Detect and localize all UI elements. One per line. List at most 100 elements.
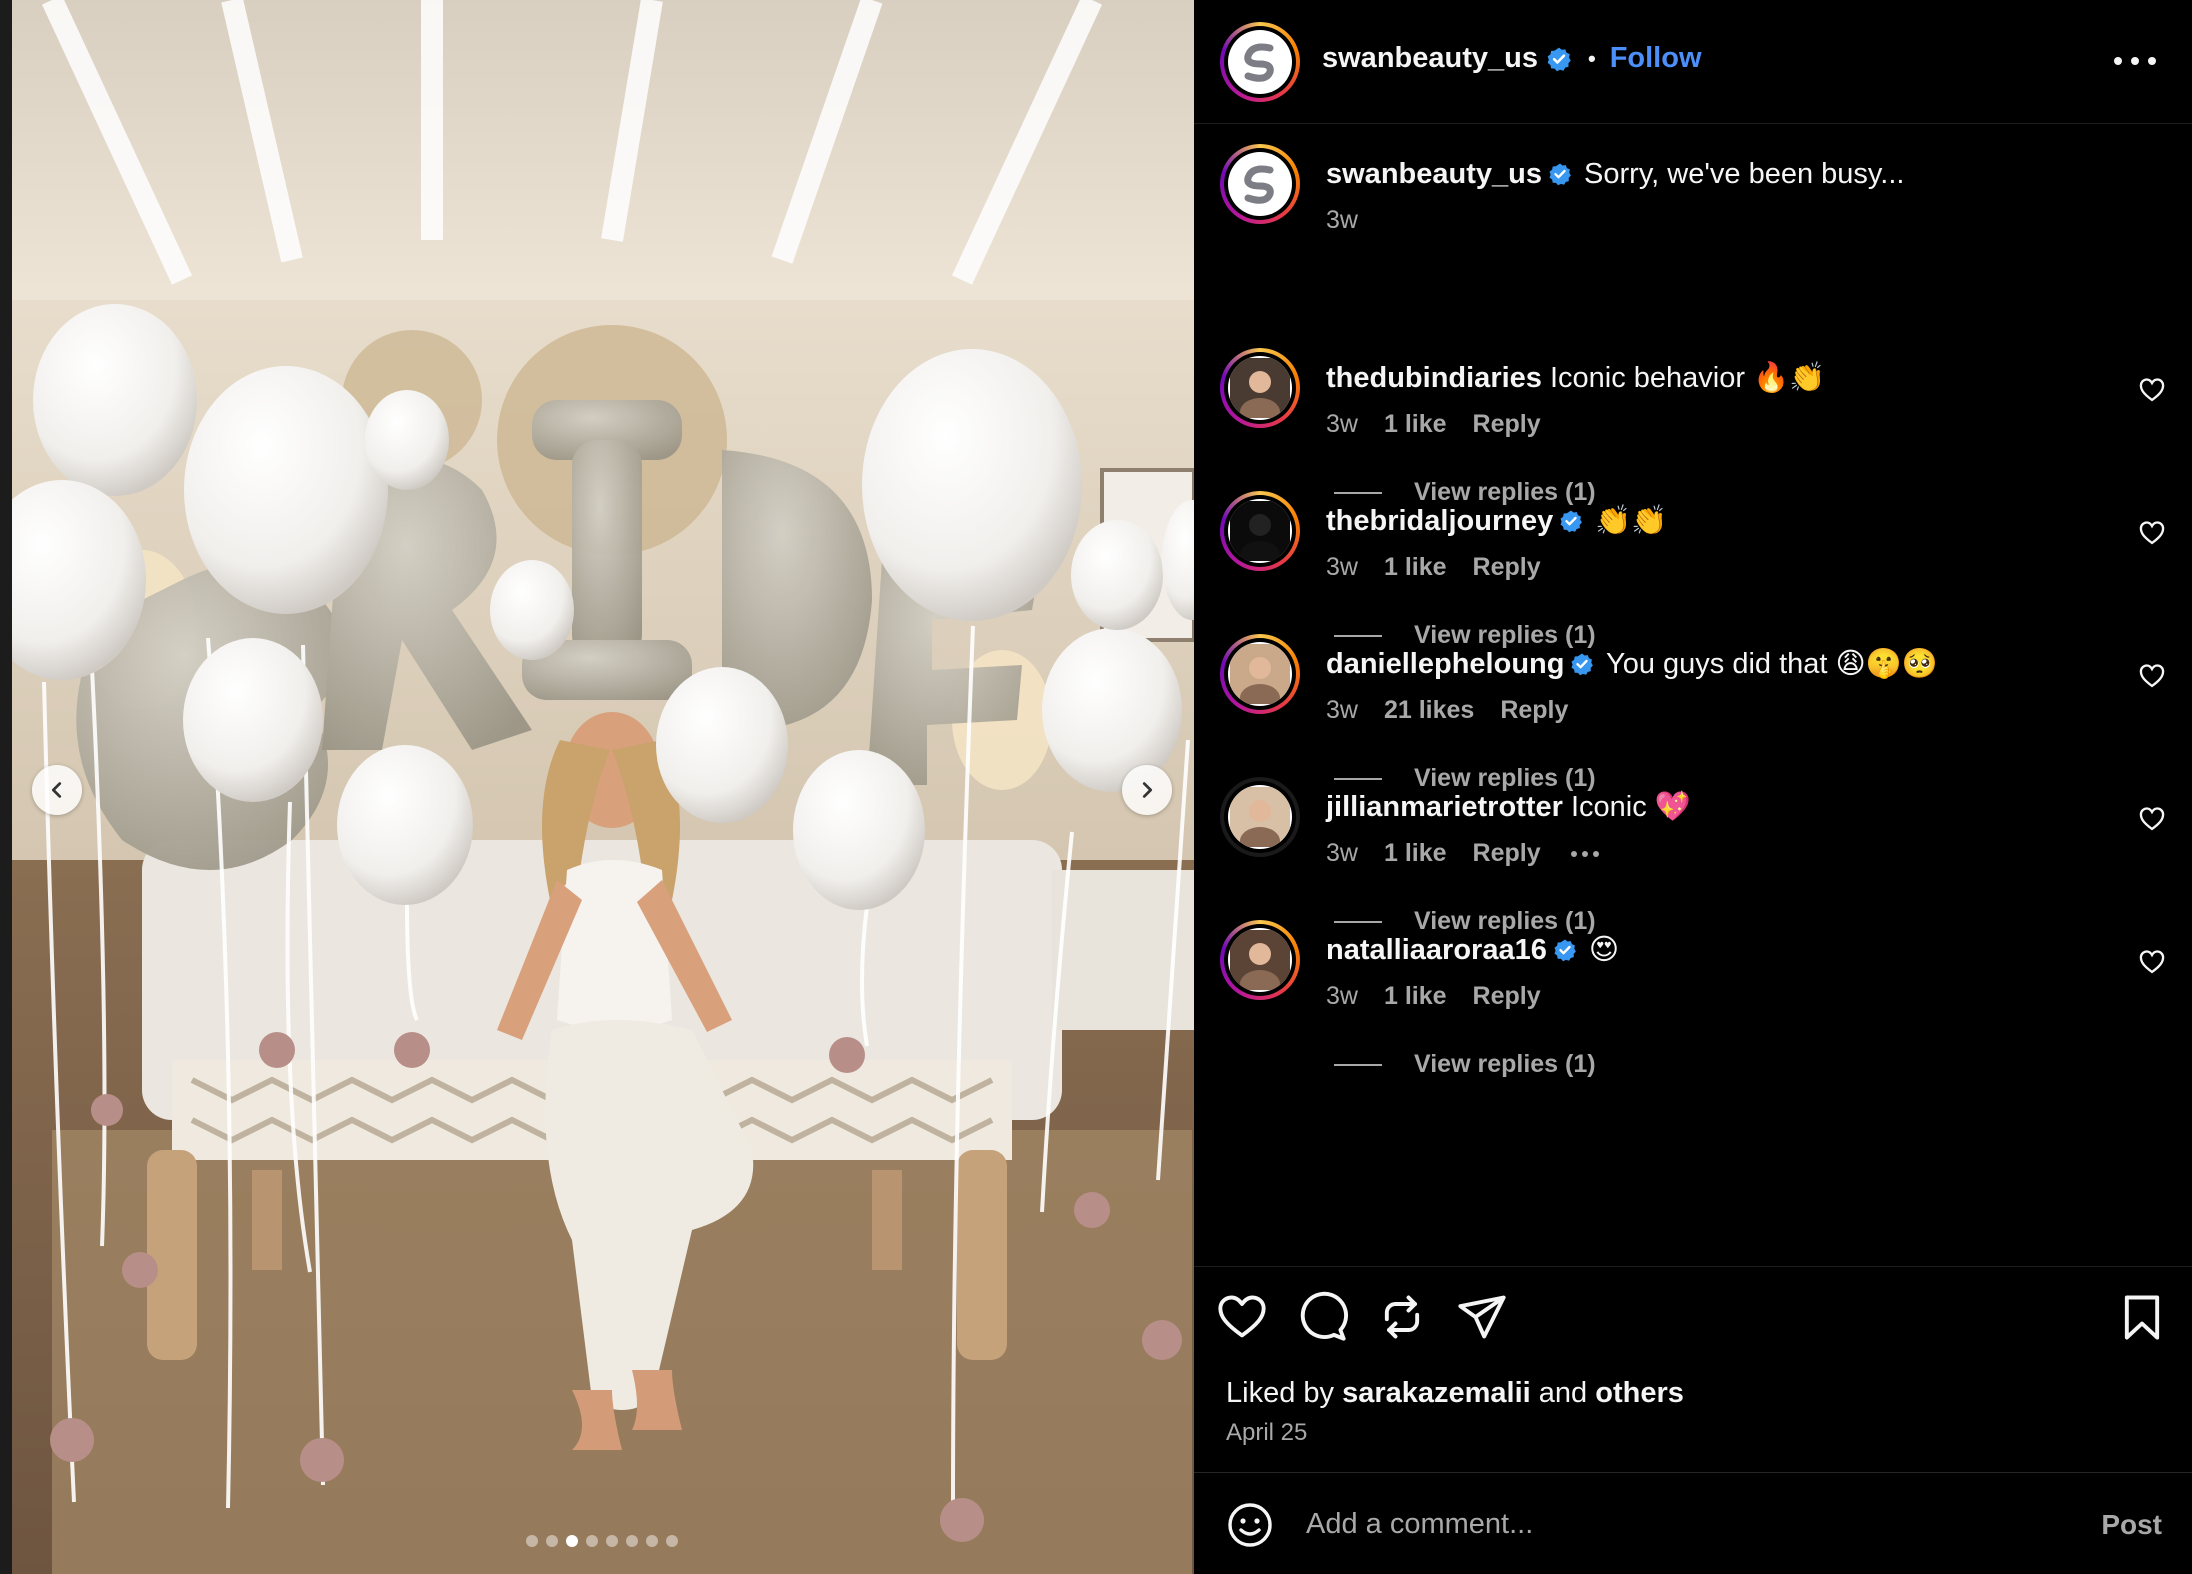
comment-meta: 3w 21 likes Reply (1326, 696, 1594, 725)
comment-text: daniellepheloung You guys did that 😩🤫🥺 (1326, 646, 2106, 682)
reply-button[interactable]: Reply (1473, 553, 1541, 582)
post-photo (12, 0, 1194, 1574)
comment-text: natalliaaroraa16 😍 (1326, 932, 2106, 968)
comment-content: 😍 (1588, 934, 1620, 966)
commenter-username[interactable]: swanbeauty_us (1326, 158, 1542, 190)
comment-time: 3w (1326, 410, 1358, 438)
comment-text: jillianmarietrotter Iconic 💖 (1326, 789, 2106, 825)
comment-meta: 3w 1 like Reply (1326, 839, 1625, 868)
comment-likes[interactable]: 1 like (1384, 982, 1447, 1011)
post-date: April 25 (1226, 1419, 1308, 1446)
more-icon (2114, 57, 2122, 65)
comment-icon[interactable] (1296, 1291, 1348, 1343)
comment-content: Iconic behavior 🔥👏 (1549, 362, 1826, 394)
comment-likes[interactable]: 1 like (1384, 410, 1447, 439)
avatar-photo (1230, 930, 1290, 990)
emoji-icon[interactable] (1226, 1501, 1274, 1549)
header-author: swanbeauty_us • Follow (1322, 42, 1702, 75)
avatar-photo (1230, 358, 1290, 418)
carousel-prev-button[interactable] (32, 765, 82, 815)
verified-icon (1560, 510, 1583, 533)
comment-text: swanbeauty_us Sorry, we've been busy... (1326, 156, 2106, 192)
like-comment-heart-icon[interactable] (2138, 805, 2166, 833)
repost-icon[interactable] (1376, 1291, 1428, 1343)
chevron-left-icon (51, 782, 62, 798)
avatar-photo (1230, 501, 1290, 561)
post-media-panel (0, 0, 1194, 1574)
liked-by-user-link[interactable]: sarakazemalii (1342, 1377, 1531, 1409)
more-options-button[interactable] (2114, 44, 2156, 78)
comment-likes[interactable]: 1 like (1384, 839, 1447, 868)
author-avatar[interactable] (1220, 22, 1300, 102)
verified-icon (1549, 163, 1571, 186)
commenter-username[interactable]: thebridaljourney (1326, 505, 1553, 537)
liked-by-and: and (1538, 1377, 1588, 1409)
like-comment-heart-icon[interactable] (2138, 662, 2166, 690)
commenter-avatar[interactable] (1220, 144, 1300, 224)
reply-button[interactable]: Reply (1500, 696, 1568, 725)
commenter-avatar[interactable] (1220, 777, 1300, 857)
like-comment-heart-icon[interactable] (2138, 519, 2166, 547)
carousel-dot (526, 1535, 538, 1547)
comment-input[interactable] (1306, 1499, 2046, 1549)
verified-icon (1554, 939, 1576, 962)
avatar-photo (1230, 644, 1290, 704)
commenter-username[interactable]: jillianmarietrotter (1326, 791, 1563, 823)
post-header: swanbeauty_us • Follow (1194, 0, 2192, 124)
comment-meta: 3w 1 like Reply (1326, 982, 1567, 1011)
post-actions: Liked by sarakazemalii and others April … (1194, 1266, 2192, 1466)
carousel-dot (626, 1535, 638, 1547)
add-comment-bar: Post (1194, 1472, 2192, 1574)
comment-likes[interactable]: 1 like (1384, 553, 1447, 582)
comment-more-icon[interactable] (1570, 850, 1599, 857)
commenter-avatar[interactable] (1220, 634, 1300, 714)
view-replies-button[interactable]: View replies (1) (1334, 1050, 1596, 1079)
commenter-username[interactable]: natalliaaroraa16 (1326, 934, 1547, 966)
media-edge (0, 0, 12, 1574)
carousel-dot (666, 1535, 678, 1547)
comment-time: 3w (1326, 206, 1358, 234)
comment-meta: 3w (1326, 206, 1384, 235)
swan-logo-icon (1232, 156, 1288, 212)
commenter-avatar[interactable] (1220, 348, 1300, 428)
comment-time: 3w (1326, 839, 1358, 867)
reply-button[interactable]: Reply (1473, 982, 1541, 1011)
comment-time: 3w (1326, 553, 1358, 581)
bookmark-icon[interactable] (2116, 1291, 2168, 1343)
like-comment-heart-icon[interactable] (2138, 376, 2166, 404)
share-icon[interactable] (1456, 1291, 1508, 1343)
like-comment-heart-icon[interactable] (2138, 948, 2166, 976)
comment-meta: 3w 1 like Reply (1326, 410, 1567, 439)
comment-text: thedubindiaries Iconic behavior 🔥👏 (1326, 360, 2106, 396)
follow-button[interactable]: Follow (1610, 42, 1702, 75)
commenter-username[interactable]: thedubindiaries (1326, 362, 1542, 394)
swan-logo-icon (1232, 34, 1288, 90)
avatar-photo (1230, 787, 1290, 847)
verified-icon (1547, 47, 1571, 71)
commenter-avatar[interactable] (1220, 491, 1300, 571)
reply-button[interactable]: Reply (1473, 410, 1541, 439)
comment-time: 3w (1326, 982, 1358, 1010)
author-username[interactable]: swanbeauty_us (1322, 42, 1538, 75)
post-comment-button[interactable]: Post (2101, 1509, 2162, 1541)
liked-by-others-link[interactable]: others (1595, 1377, 1684, 1409)
post-sidebar: swanbeauty_us • Follow swanbeauty_us Sor… (1194, 0, 2192, 1574)
comment-content: 👏👏 (1595, 505, 1668, 537)
comments-list[interactable]: swanbeauty_us Sorry, we've been busy... 3… (1194, 124, 2192, 1266)
separator-dot: • (1587, 45, 1596, 71)
carousel-dot (546, 1535, 558, 1547)
carousel-indicator (526, 1535, 678, 1547)
bride-balloons-photo (12, 0, 1194, 1574)
comment-content: Sorry, we've been busy... (1584, 158, 1905, 190)
comment-text: thebridaljourney 👏👏 (1326, 503, 2106, 539)
carousel-dot (586, 1535, 598, 1547)
carousel-dot (606, 1535, 618, 1547)
commenter-avatar[interactable] (1220, 920, 1300, 1000)
reply-button[interactable]: Reply (1473, 839, 1541, 868)
carousel-next-button[interactable] (1122, 765, 1172, 815)
liked-by-prefix: Liked by (1226, 1377, 1335, 1409)
comment-likes[interactable]: 21 likes (1384, 696, 1474, 725)
commenter-username[interactable]: daniellepheloung (1326, 648, 1564, 680)
comment-content: Iconic 💖 (1570, 791, 1691, 823)
heart-icon[interactable] (1216, 1291, 1268, 1343)
